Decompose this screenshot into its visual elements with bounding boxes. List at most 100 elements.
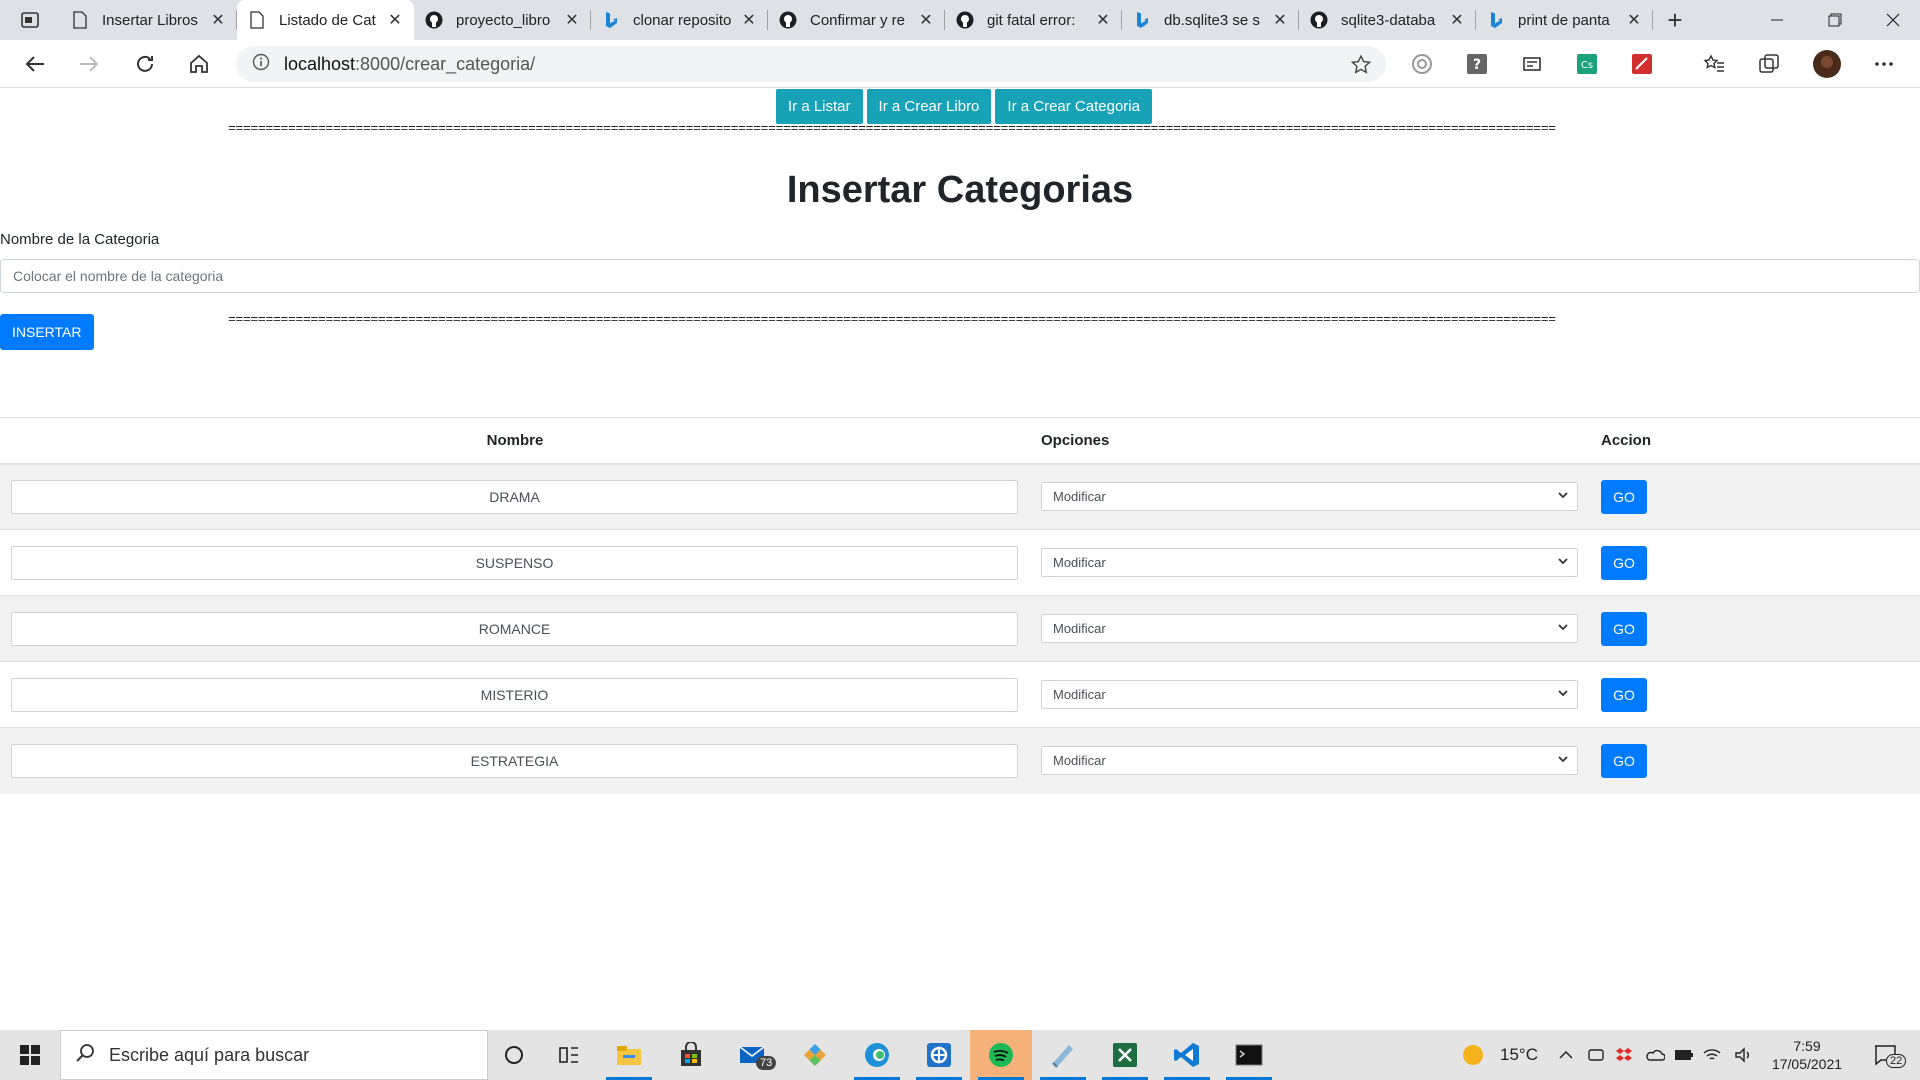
options-select-value: Modificar: [1053, 687, 1106, 702]
more-menu-icon[interactable]: [1870, 50, 1898, 78]
forward-icon[interactable]: [62, 40, 116, 88]
weather-temp[interactable]: 15°C: [1494, 1030, 1544, 1080]
category-name-field[interactable]: DRAMA: [11, 479, 1018, 514]
taskbar-search-input[interactable]: Escribe aquí para buscar: [60, 1030, 488, 1080]
profile-avatar[interactable]: [1813, 50, 1841, 78]
terminal-icon[interactable]: [1218, 1030, 1280, 1080]
info-icon[interactable]: [252, 53, 270, 76]
weather-icon[interactable]: [1458, 1030, 1488, 1080]
clock[interactable]: 7:59 17/05/2021: [1762, 1030, 1852, 1080]
category-name-input[interactable]: Colocar el nombre de la categoria: [0, 259, 1920, 293]
meet-icon[interactable]: [1584, 1030, 1608, 1080]
action-cell: GO: [1590, 464, 1920, 530]
file-explorer-icon[interactable]: [598, 1030, 660, 1080]
vscode-icon[interactable]: [1156, 1030, 1218, 1080]
close-tab-icon[interactable]: ✕: [917, 11, 935, 29]
wifi-icon[interactable]: [1700, 1030, 1724, 1080]
go-button[interactable]: GO: [1601, 479, 1647, 514]
category-name-field[interactable]: ESTRATEGIA: [11, 743, 1018, 778]
git-app-icon[interactable]: [784, 1030, 846, 1080]
task-view-icon[interactable]: [540, 1030, 598, 1080]
category-name-field[interactable]: ROMANCE: [11, 611, 1018, 646]
address-bar: localhost:8000/crear_categoria/ ? Cs: [0, 40, 1920, 88]
close-tab-icon[interactable]: ✕: [1448, 11, 1466, 29]
close-tab-icon[interactable]: ✕: [1094, 11, 1112, 29]
back-icon[interactable]: [8, 40, 62, 88]
category-name-field[interactable]: MISTERIO: [11, 677, 1018, 712]
table-row: ESTRATEGIA Modificar GO: [0, 727, 1920, 794]
refresh-icon[interactable]: [118, 40, 172, 88]
browser-tab[interactable]: Confirmar y re ✕: [768, 0, 945, 40]
tab-label: print de panta: [1518, 11, 1610, 29]
browser-tab[interactable]: Insertar Libros ✕: [60, 0, 237, 40]
reader-extension-icon[interactable]: [1518, 50, 1546, 78]
tab-label: git fatal error:: [987, 11, 1076, 29]
browser-tab[interactable]: proyecto_libro ✕: [414, 0, 591, 40]
close-tab-icon[interactable]: ✕: [740, 11, 758, 29]
taskbar-search-placeholder: Escribe aquí para buscar: [109, 1044, 310, 1065]
options-select[interactable]: Modificar: [1041, 548, 1578, 577]
svg-text:Cs: Cs: [1581, 60, 1593, 71]
cortana-icon[interactable]: [488, 1030, 540, 1080]
browser-tab[interactable]: git fatal error: ✕: [945, 0, 1122, 40]
options-select[interactable]: Modificar: [1041, 614, 1578, 643]
action-cell: GO: [1590, 662, 1920, 728]
blue-app-icon[interactable]: [908, 1030, 970, 1080]
store-icon[interactable]: [660, 1030, 722, 1080]
battery-icon[interactable]: [1672, 1030, 1696, 1080]
url-field[interactable]: localhost:8000/crear_categoria/: [236, 46, 1386, 82]
nav-crear-categoria-button[interactable]: Ir a Crear Categoria: [995, 89, 1152, 124]
browser-tab[interactable]: clonar reposito ✕: [591, 0, 768, 40]
help-extension-icon[interactable]: ?: [1463, 50, 1491, 78]
new-tab-button[interactable]: +: [1653, 0, 1697, 40]
browser-tab[interactable]: Listado de Cat ✕: [237, 0, 414, 40]
close-window-icon[interactable]: [1864, 0, 1920, 40]
minimize-icon[interactable]: [1748, 0, 1806, 40]
favorites-icon[interactable]: [1700, 50, 1728, 78]
notes-app-icon[interactable]: [1032, 1030, 1094, 1080]
edge-icon[interactable]: [846, 1030, 908, 1080]
close-tab-icon[interactable]: ✕: [386, 11, 404, 29]
tab-label: Insertar Libros: [102, 11, 198, 29]
spotify-icon[interactable]: [970, 1030, 1032, 1080]
options-select[interactable]: Modificar: [1041, 482, 1578, 512]
page-icon: [247, 10, 267, 30]
chevron-down-icon: [1557, 555, 1569, 570]
header-accion: Accion: [1590, 417, 1920, 465]
go-button[interactable]: GO: [1601, 611, 1647, 646]
nav-listar-button[interactable]: Ir a Listar: [776, 89, 863, 124]
header-nombre: Nombre: [0, 417, 1030, 465]
browser-tab[interactable]: print de panta ✕: [1476, 0, 1653, 40]
close-tab-icon[interactable]: ✕: [563, 11, 581, 29]
cs-extension-icon[interactable]: Cs: [1573, 50, 1601, 78]
go-button[interactable]: GO: [1601, 743, 1647, 778]
mail-icon[interactable]: 73: [722, 1030, 784, 1080]
add-favorite-icon[interactable]: [1350, 54, 1372, 81]
browser-tab[interactable]: db.sqlite3 se s ✕: [1122, 0, 1299, 40]
go-button[interactable]: GO: [1601, 545, 1647, 580]
nav-crear-libro-button[interactable]: Ir a Crear Libro: [866, 89, 992, 124]
dropbox-icon[interactable]: [1612, 1030, 1636, 1080]
browser-tab[interactable]: sqlite3-databa ✕: [1299, 0, 1476, 40]
options-select[interactable]: Modificar: [1041, 680, 1578, 709]
close-tab-icon[interactable]: ✕: [209, 11, 227, 29]
close-tab-icon[interactable]: ✕: [1271, 11, 1289, 29]
options-select[interactable]: Modificar: [1041, 746, 1578, 776]
tracking-icon[interactable]: [1408, 50, 1436, 78]
collections-icon[interactable]: [1755, 50, 1783, 78]
windows-start-icon[interactable]: [0, 1030, 60, 1080]
show-hidden-icon[interactable]: [1554, 1030, 1578, 1080]
restore-icon[interactable]: [1806, 0, 1864, 40]
notifications-icon[interactable]: 22: [1866, 1030, 1907, 1080]
tab-actions-icon[interactable]: [0, 0, 60, 40]
insertar-button[interactable]: INSERTAR: [0, 314, 94, 350]
category-name-field[interactable]: SUSPENSO: [11, 545, 1018, 580]
pdf-extension-icon[interactable]: [1628, 50, 1656, 78]
home-icon[interactable]: [172, 40, 226, 88]
onedrive-icon[interactable]: [1642, 1030, 1668, 1080]
excel-icon[interactable]: [1094, 1030, 1156, 1080]
go-button[interactable]: GO: [1601, 677, 1647, 712]
close-tab-icon[interactable]: ✕: [1625, 11, 1643, 29]
volume-icon[interactable]: [1732, 1030, 1756, 1080]
action-cell: GO: [1590, 596, 1920, 662]
